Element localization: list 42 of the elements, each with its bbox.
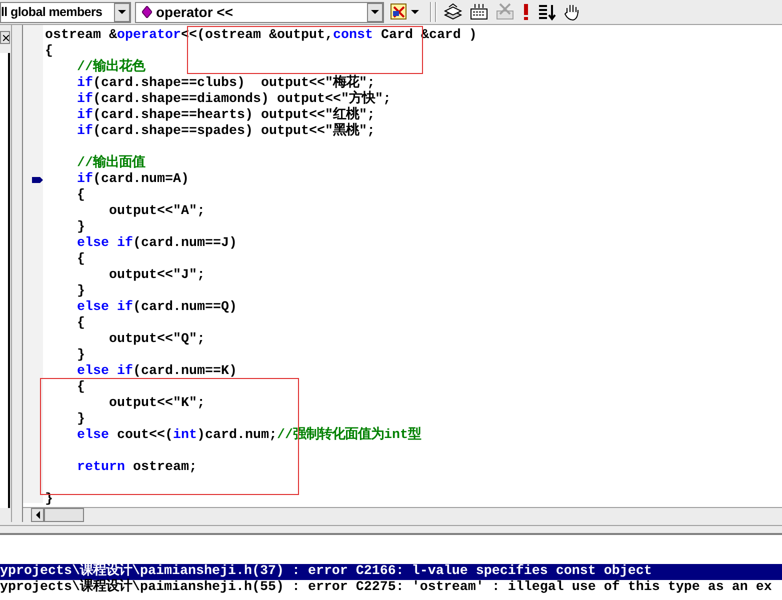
code-line: else if(card.num==Q) — [76, 300, 237, 316]
code-line: output<<"J"; — [108, 268, 205, 284]
code-line: else if(card.num==J) — [76, 236, 237, 252]
exclamation-icon[interactable] — [521, 3, 531, 21]
scope-dropdown[interactable]: ll global members — [0, 2, 131, 22]
scope-dropdown-text: ll global members — [1, 6, 104, 18]
code-line: { — [76, 188, 85, 204]
code-line: output<<"A"; — [108, 204, 205, 220]
code-line: } — [76, 284, 85, 300]
left-arrow-icon — [36, 511, 40, 519]
code-line: output<<"Q"; — [108, 332, 205, 348]
member-dropdown-text: operator << — [156, 5, 234, 19]
output-line[interactable]: yprojects\课程设计\paimiansheji.h(55) : error C2275: 'ostream' : illegal use of this type as an ex — [0, 580, 782, 596]
scroll-thumb[interactable] — [44, 508, 84, 522]
scroll-left-button[interactable] — [31, 508, 44, 522]
diamond-icon — [142, 6, 152, 18]
code-line: if(card.shape==hearts) output<<"红桃"; — [76, 108, 375, 123]
code-line: } — [76, 412, 85, 428]
code-line: { — [76, 316, 85, 332]
stop-build-icon — [495, 3, 515, 21]
member-dropdown[interactable]: operator << — [135, 2, 384, 22]
code-line: if(card.num=A) — [76, 172, 189, 188]
horizontal-scrollbar[interactable] — [23, 507, 782, 522]
code-line: if(card.shape==spades) output<<"黑桃"; — [76, 124, 375, 140]
code-line: //输出面值 — [76, 156, 145, 172]
dropdown-arrow-icon[interactable] — [411, 10, 419, 14]
code-line: } — [76, 348, 85, 364]
code-line: output<<"K"; — [108, 396, 205, 412]
hand-icon[interactable] — [563, 3, 581, 21]
code-line: if(card.shape==clubs) output<<"梅花"; — [76, 76, 375, 91]
code-line: else if(card.num==K) — [76, 364, 237, 380]
code-line: return ostream; — [76, 460, 197, 476]
code-line: //输出花色 — [76, 60, 145, 76]
close-icon[interactable] — [0, 31, 10, 44]
code-line: { — [45, 44, 53, 60]
code-line: } — [76, 220, 85, 236]
current-line-arrow-icon — [32, 177, 43, 183]
code-editor[interactable] — [22, 25, 782, 522]
code-line: { — [76, 252, 85, 268]
step-into-icon[interactable] — [537, 3, 557, 21]
code-line: { — [76, 380, 85, 396]
code-line: if(card.shape==diamonds) output<<"方快"; — [76, 92, 391, 107]
